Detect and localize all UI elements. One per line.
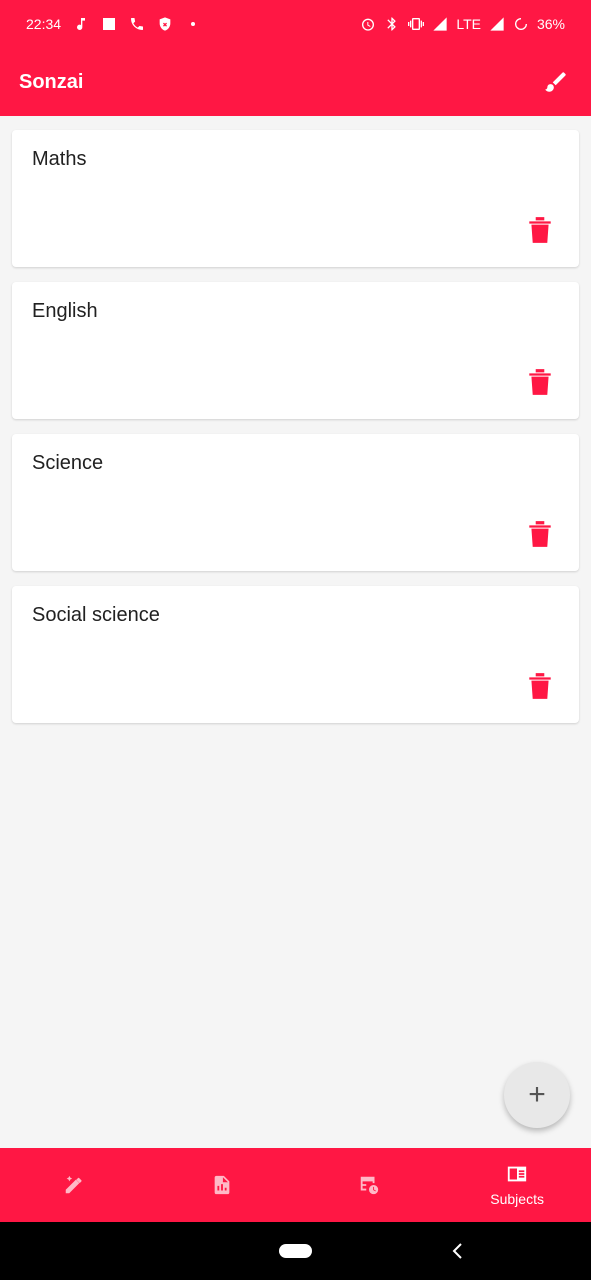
subject-name: Science [32, 452, 104, 474]
edit-sparkle-icon [65, 1175, 82, 1194]
subject-card[interactable]: Maths [12, 130, 579, 267]
trash-icon [529, 521, 551, 547]
bluetooth-icon [384, 16, 400, 32]
home-pill-button[interactable] [279, 1244, 312, 1258]
theme-brush-button[interactable] [540, 66, 572, 98]
subjects-book-icon [507, 1166, 527, 1182]
trash-icon [529, 673, 551, 699]
back-button[interactable] [450, 1238, 466, 1264]
report-chart-icon [214, 1175, 229, 1195]
network-type: LTE [456, 16, 481, 32]
system-navigation-bar [0, 1222, 591, 1280]
status-time: 22:34 [26, 16, 62, 32]
phone-icon [129, 16, 145, 32]
delete-subject-button[interactable] [527, 671, 553, 701]
nav-item-subjects[interactable]: Subjects [443, 1148, 591, 1222]
alarm-icon [360, 16, 376, 32]
signal-icon [489, 16, 505, 32]
trash-icon [529, 217, 551, 243]
nav-label-subjects: Subjects [490, 1191, 544, 1207]
subject-card[interactable]: Social science [12, 586, 579, 723]
shield-block-icon [157, 16, 173, 32]
delete-subject-button[interactable] [527, 519, 553, 549]
image-icon [101, 16, 117, 32]
subject-card[interactable]: Science [12, 434, 579, 571]
nav-item-reports[interactable] [148, 1148, 296, 1222]
subject-name: Social science [32, 604, 160, 626]
bottom-navigation: Subjects [0, 1148, 591, 1222]
trash-icon [529, 369, 551, 395]
vibrate-icon [408, 16, 425, 32]
plus-icon: + [528, 1078, 546, 1111]
subject-name: English [32, 300, 98, 322]
battery-saver-icon [513, 16, 529, 32]
status-bar: 22:34 LTE 36% [0, 0, 591, 48]
delete-subject-button[interactable] [527, 215, 553, 245]
subject-list: Maths English Science Social science [12, 130, 579, 738]
schedule-table-icon [361, 1176, 379, 1195]
subject-name: Maths [32, 148, 87, 170]
subject-card[interactable]: English [12, 282, 579, 419]
signal-icon [432, 16, 448, 32]
app-bar: Sonzai [0, 48, 591, 116]
dot-icon [185, 16, 201, 32]
nav-item-timetable[interactable] [296, 1148, 444, 1222]
add-subject-button[interactable]: + [504, 1062, 570, 1128]
battery-level: 36% [536, 16, 565, 32]
delete-subject-button[interactable] [527, 367, 553, 397]
music-note-icon [73, 16, 89, 32]
back-chevron-icon [452, 1243, 462, 1259]
nav-item-edit[interactable] [0, 1148, 148, 1222]
app-title: Sonzai [19, 70, 84, 93]
brush-icon [545, 72, 566, 92]
